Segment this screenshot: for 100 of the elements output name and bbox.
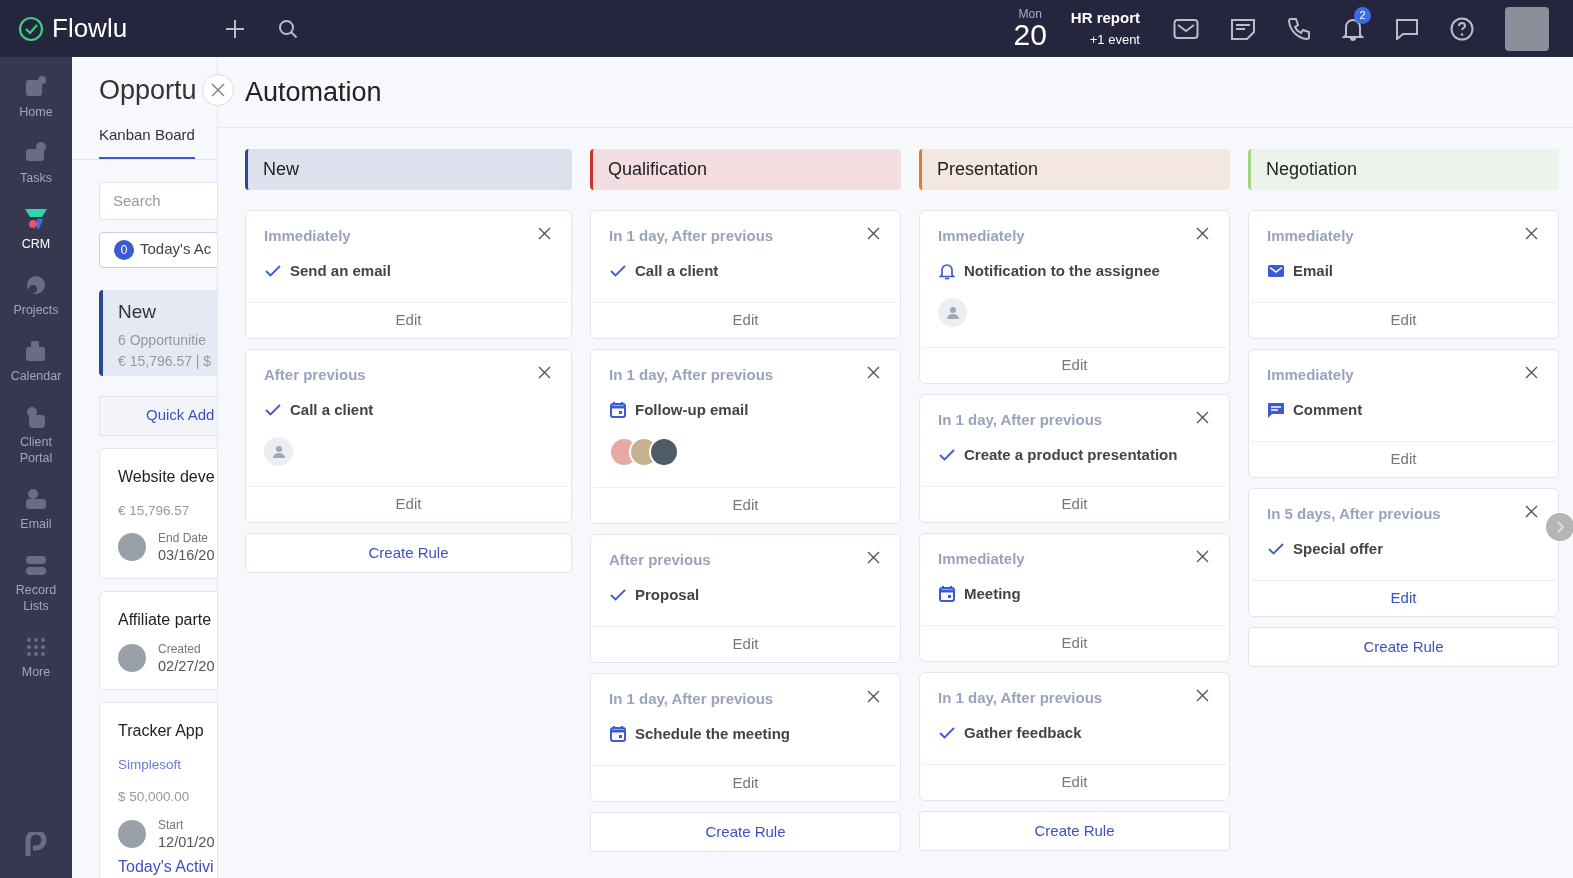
chat-icon[interactable]	[1395, 17, 1419, 40]
create-rule-button[interactable]: Create Rule	[245, 533, 572, 573]
sidebar-item[interactable]: Client Portal	[4, 403, 68, 468]
edit-button[interactable]: Edit	[922, 764, 1227, 800]
deal-card[interactable]: Website deve € 15,796.57 End Date 03/16/20	[99, 447, 217, 579]
sidebar-item[interactable]: CRM	[4, 205, 68, 254]
activities-button[interactable]: 0 Today's Ac	[99, 231, 217, 268]
activities-link[interactable]: Today's Activi	[118, 854, 217, 878]
edit-button[interactable]: Edit	[593, 487, 898, 523]
delete-button[interactable]	[867, 551, 880, 564]
sidebar-item[interactable]: More	[4, 633, 68, 682]
tab[interactable]: Kanban Board	[99, 124, 195, 159]
delete-button[interactable]	[1525, 227, 1538, 240]
delete-button[interactable]	[1525, 366, 1538, 379]
sidebar-item[interactable]: Calendar	[4, 337, 68, 386]
notification-badge: 2	[1354, 6, 1371, 24]
rule-action: Send an email	[290, 260, 391, 281]
delete-button[interactable]	[538, 227, 551, 240]
note-icon[interactable]	[1230, 16, 1256, 41]
rule-timing: In 1 day, After previous	[609, 226, 774, 246]
quick-add-button[interactable]: Quick Add	[99, 395, 217, 436]
edit-button[interactable]: Edit	[593, 765, 898, 801]
rule-action: Follow-up email	[635, 399, 749, 420]
column-title: New	[263, 158, 299, 181]
create-rule-button[interactable]: Create Rule	[1248, 627, 1559, 667]
deal-title: Tracker App	[118, 721, 205, 741]
edit-button[interactable]: Edit	[248, 302, 569, 338]
edit-button[interactable]: Edit	[1251, 302, 1556, 338]
search-field[interactable]: Search	[99, 181, 217, 220]
rule-action: Notification to the assignee	[964, 260, 1160, 281]
phone-icon[interactable]	[1287, 16, 1311, 41]
delete-button[interactable]	[538, 366, 551, 379]
create-rule-button[interactable]: Create Rule	[590, 812, 901, 852]
delete-button[interactable]	[867, 366, 880, 379]
edit-button[interactable]: Edit	[922, 625, 1227, 661]
rule-timing: In 5 days, After previous	[1267, 504, 1441, 524]
company-link[interactable]: Simplesoft	[118, 755, 217, 776]
rule-action: Comment	[1293, 399, 1363, 420]
edit-button[interactable]: Edit	[593, 302, 898, 338]
delete-button[interactable]	[1525, 505, 1538, 518]
delete-button[interactable]	[867, 227, 880, 240]
column-title: Qualification	[608, 158, 708, 181]
delete-button[interactable]	[867, 690, 880, 703]
rule-timing: Immediately	[938, 226, 1025, 246]
stage-count: 6 Opportunitie	[118, 331, 207, 350]
avatar[interactable]	[1505, 6, 1549, 51]
avatar	[118, 820, 146, 849]
rule-timing: In 1 day, After previous	[938, 410, 1103, 430]
date-value: 02/27/20	[158, 656, 215, 675]
rule-timing: Immediately	[264, 226, 351, 246]
sidebar-item[interactable]: Home	[4, 73, 68, 122]
delete-button[interactable]	[1196, 550, 1209, 563]
rule-action: Call a client	[290, 399, 374, 420]
rule-timing: In 1 day, After previous	[938, 688, 1103, 708]
deal-title: Website deve	[118, 466, 216, 487]
logo-check-icon	[18, 15, 44, 42]
rule-timing: After previous	[264, 365, 366, 385]
deal-amount: € 15,796.57	[118, 501, 191, 520]
plus-icon[interactable]	[225, 18, 246, 39]
deal-title: Affiliate parte	[118, 609, 213, 630]
create-rule-button[interactable]: Create Rule	[919, 811, 1230, 851]
edit-button[interactable]: Edit	[248, 486, 569, 522]
deal-card[interactable]: Affiliate parte Created 02/27/20	[99, 590, 217, 690]
help-icon[interactable]	[1450, 16, 1474, 41]
rule-timing: Immediately	[938, 549, 1025, 569]
day-number: 20	[1013, 19, 1047, 50]
date-value: 12/01/20	[158, 832, 215, 851]
stage-sum: € 15,796.57 | $	[118, 352, 213, 371]
delete-button[interactable]	[1196, 689, 1209, 702]
rule-action: Gather feedback	[964, 722, 1082, 743]
event-count[interactable]: +1 event	[1089, 31, 1140, 48]
rule-timing: In 1 day, After previous	[609, 689, 774, 709]
avatar	[118, 644, 146, 673]
sidebar-item[interactable]: Tasks	[4, 139, 68, 188]
edit-button[interactable]: Edit	[1251, 441, 1556, 477]
edit-button[interactable]: Edit	[922, 347, 1227, 383]
rule-action: Special offer	[1293, 538, 1384, 559]
mail-icon[interactable]	[1173, 17, 1199, 40]
sidebar-item[interactable]: Email	[4, 485, 68, 534]
rule-timing: After previous	[609, 550, 711, 570]
sidebar-item[interactable]: Projects	[4, 271, 68, 320]
logo-text: Flowlu	[52, 12, 128, 45]
edit-button[interactable]: Edit	[1251, 580, 1556, 616]
rule-timing: Immediately	[1267, 226, 1354, 246]
rule-action: Proposal	[635, 584, 700, 605]
delete-button[interactable]	[1196, 411, 1209, 424]
event-title[interactable]: HR report	[1070, 9, 1140, 28]
deal-card[interactable]: Tracker App Simplesoft $ 50,000.00 Start 12/01/20 Today's Activi	[99, 702, 217, 878]
bell-icon	[938, 261, 956, 280]
search-icon[interactable]	[278, 18, 299, 39]
sidebar-item[interactable]: Record Lists	[4, 551, 68, 616]
date-value: 03/16/20	[158, 545, 215, 564]
rule-timing: Immediately	[1267, 365, 1354, 385]
rule-action: Email	[1293, 260, 1334, 281]
date-label: Created	[158, 641, 202, 657]
edit-button[interactable]: Edit	[922, 486, 1227, 522]
edit-button[interactable]: Edit	[593, 626, 898, 662]
rule-action: Meeting	[964, 583, 1021, 604]
stage-name: New	[118, 299, 157, 324]
delete-button[interactable]	[1196, 227, 1209, 240]
